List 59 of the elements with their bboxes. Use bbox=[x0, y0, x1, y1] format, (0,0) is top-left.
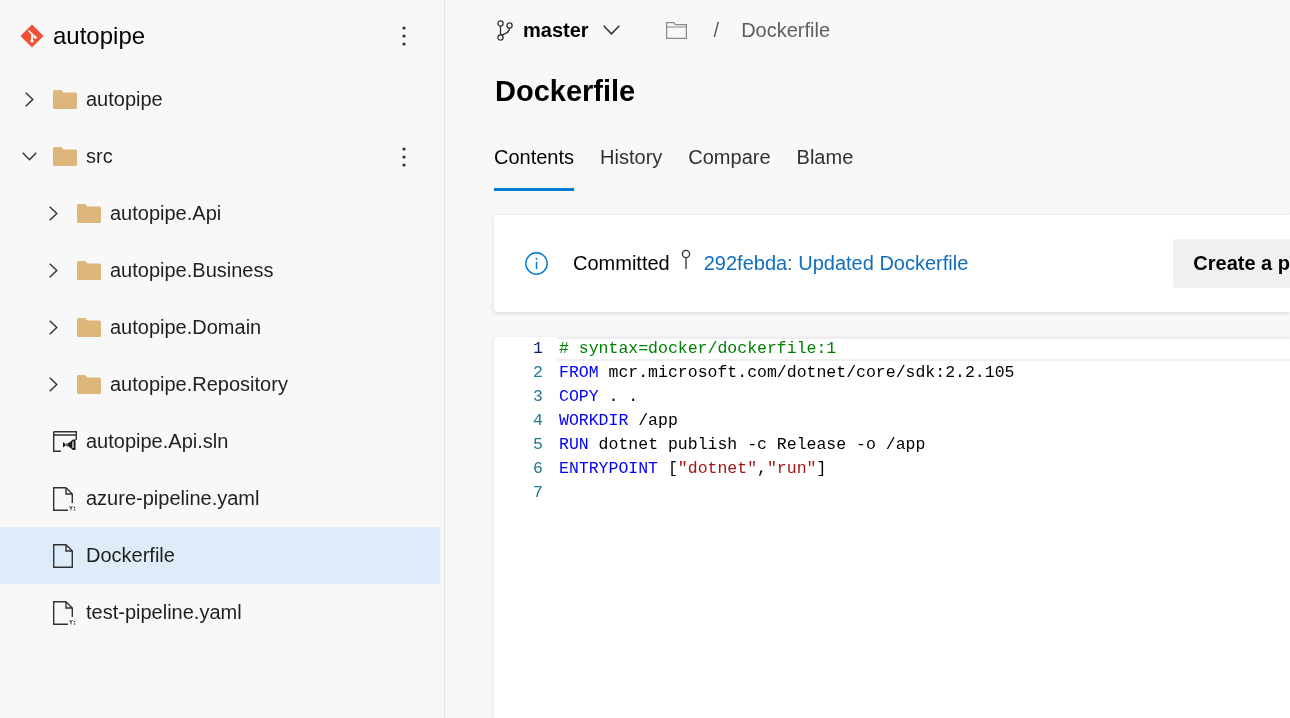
folder-icon bbox=[77, 375, 101, 394]
tab[interactable]: History bbox=[600, 126, 663, 191]
more-icon[interactable] bbox=[402, 25, 406, 46]
info-icon bbox=[525, 252, 548, 275]
breadcrumb-current: Dockerfile bbox=[741, 18, 831, 42]
create-button[interactable]: Create a p bbox=[1173, 239, 1290, 288]
line-number: 2 bbox=[532, 362, 543, 384]
file-icon bbox=[53, 543, 73, 568]
tab[interactable]: Contents bbox=[494, 126, 575, 191]
code-line: # syntax=docker/dockerfile:1 bbox=[557, 337, 1290, 361]
tree-item[interactable]: src bbox=[0, 128, 440, 185]
commit-status: Committed bbox=[573, 252, 670, 275]
tab[interactable]: Compare bbox=[688, 126, 771, 191]
tree-item[interactable]: autopipe.Api bbox=[0, 185, 440, 242]
chevron-right-icon[interactable] bbox=[48, 206, 58, 221]
tab[interactable]: Blame bbox=[796, 126, 854, 191]
tree-item[interactable]: autopipe.Api.sln bbox=[0, 413, 440, 470]
solution-file-icon bbox=[53, 431, 77, 452]
yaml-file-icon bbox=[53, 486, 76, 511]
tree-item[interactable]: autopipe.Domain bbox=[0, 299, 440, 356]
code-line: COPY . . bbox=[558, 386, 640, 408]
more-icon[interactable] bbox=[402, 146, 406, 167]
chevron-right-icon[interactable] bbox=[24, 92, 34, 107]
chevron-down-icon bbox=[602, 25, 620, 35]
file-title: Dockerfile bbox=[495, 74, 637, 109]
folder-icon bbox=[53, 90, 77, 109]
tree-item[interactable]: test-pipeline.yaml bbox=[0, 584, 440, 641]
git-logo-icon bbox=[20, 23, 44, 48]
tree-item[interactable]: autopipe.Repository bbox=[0, 356, 440, 413]
commit-icon bbox=[680, 247, 691, 270]
line-number: 7 bbox=[532, 482, 543, 504]
folder-outline-icon[interactable] bbox=[665, 21, 687, 39]
tree-item[interactable]: Dockerfile bbox=[0, 527, 440, 584]
chevron-right-icon[interactable] bbox=[48, 377, 58, 392]
chevron-right-icon[interactable] bbox=[48, 320, 58, 335]
line-number: 3 bbox=[532, 386, 543, 408]
branch-selector[interactable]: master bbox=[494, 14, 624, 46]
line-number: 1 bbox=[532, 338, 543, 360]
commit-link[interactable]: 292febda: Updated Dockerfile bbox=[703, 252, 969, 275]
tree-item[interactable]: autopipe bbox=[0, 71, 440, 128]
line-number: 6 bbox=[532, 458, 543, 480]
code-line: FROM mcr.microsoft.com/dotnet/core/sdk:2.2.105 bbox=[558, 362, 1016, 384]
chevron-down-icon[interactable] bbox=[21, 152, 37, 161]
repo-name: autopipe bbox=[53, 21, 146, 50]
breadcrumb-separator: / bbox=[713, 18, 720, 42]
folder-icon bbox=[77, 204, 101, 223]
tree-item[interactable]: autopipe.Business bbox=[0, 242, 440, 299]
folder-icon bbox=[77, 318, 101, 337]
branch-icon bbox=[497, 19, 513, 41]
chevron-right-icon[interactable] bbox=[48, 263, 58, 278]
line-number: 4 bbox=[532, 410, 543, 432]
folder-icon bbox=[77, 261, 101, 280]
folder-icon bbox=[53, 147, 77, 166]
tree-item[interactable]: azure-pipeline.yaml bbox=[0, 470, 440, 527]
code-line: ENTRYPOINT ["dotnet","run"] bbox=[558, 458, 828, 480]
code-line: WORKDIR /app bbox=[558, 410, 679, 432]
yaml-file-icon bbox=[53, 600, 76, 625]
code-line: RUN dotnet publish -c Release -o /app bbox=[558, 434, 927, 456]
line-number: 5 bbox=[532, 434, 543, 456]
